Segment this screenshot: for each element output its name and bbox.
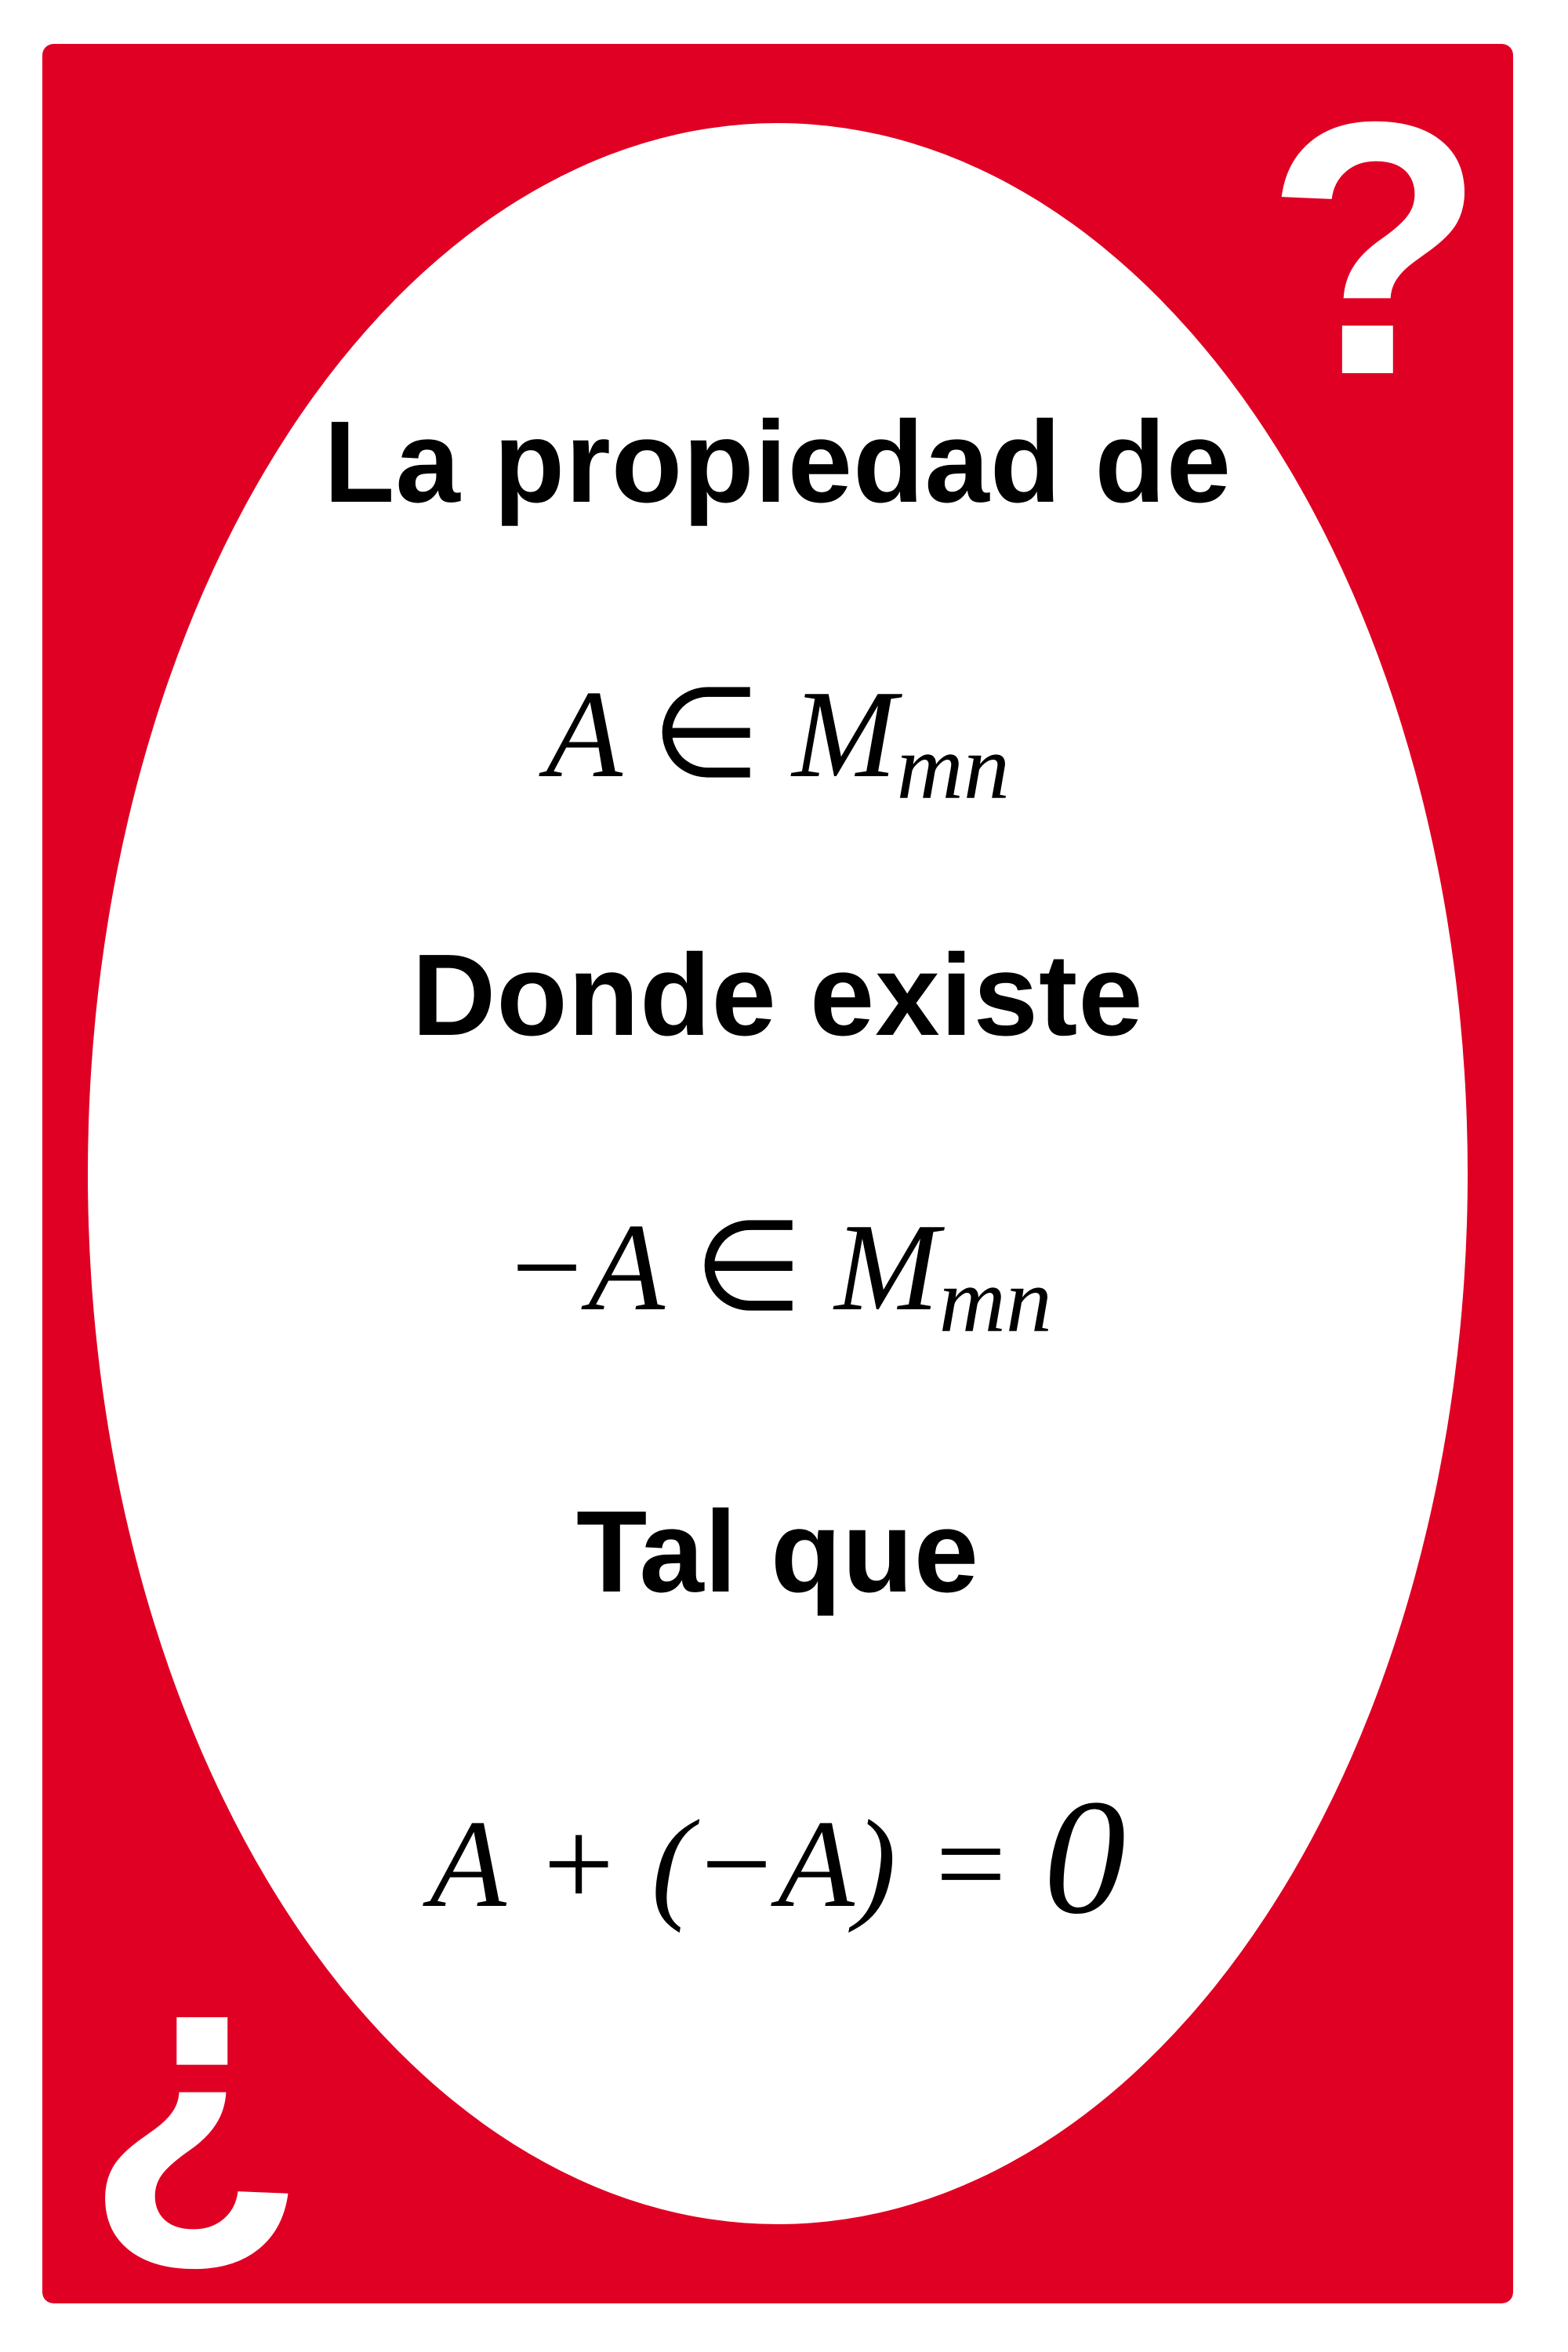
formula-a-subscript: mn: [896, 716, 1010, 818]
intro-text: La propiedad de: [323, 397, 1232, 527]
formula-neg-a-in-mmn: −A ∈ Mmn: [42, 1204, 1513, 1347]
card-background: ? ¿: [42, 44, 1513, 2303]
element-of-symbol: ∈: [693, 1197, 804, 1337]
inverted-question-mark-icon: ¿: [85, 1882, 306, 2285]
formula-a-in-mmn: A ∈ Mmn: [42, 671, 1513, 814]
element-of-symbol: ∈: [651, 664, 761, 804]
existence-text: Donde existe: [412, 931, 1144, 1060]
formula-a-set: M: [792, 664, 897, 804]
formula-b-lhs: −A: [503, 1197, 662, 1337]
page: ? ¿ La propiedad de A ∈ Mmn Donde existe…: [0, 0, 1568, 2352]
formula-c-lhs: A + (−A) =: [429, 1794, 1013, 1933]
question-mark-icon: ?: [1265, 48, 1486, 450]
formula-c-zero: 0: [1044, 1766, 1127, 1948]
formula-b-set: M: [834, 1197, 939, 1337]
formula-b-subscript: mn: [938, 1249, 1052, 1352]
formula-additive-inverse: A + (−A) = 0: [42, 1769, 1513, 1940]
math-question-card: ? ¿ La propiedad de A ∈ Mmn Donde existe…: [42, 44, 1513, 2303]
such-that-text: Tal que: [575, 1487, 980, 1617]
formula-a-lhs: A: [546, 664, 620, 804]
